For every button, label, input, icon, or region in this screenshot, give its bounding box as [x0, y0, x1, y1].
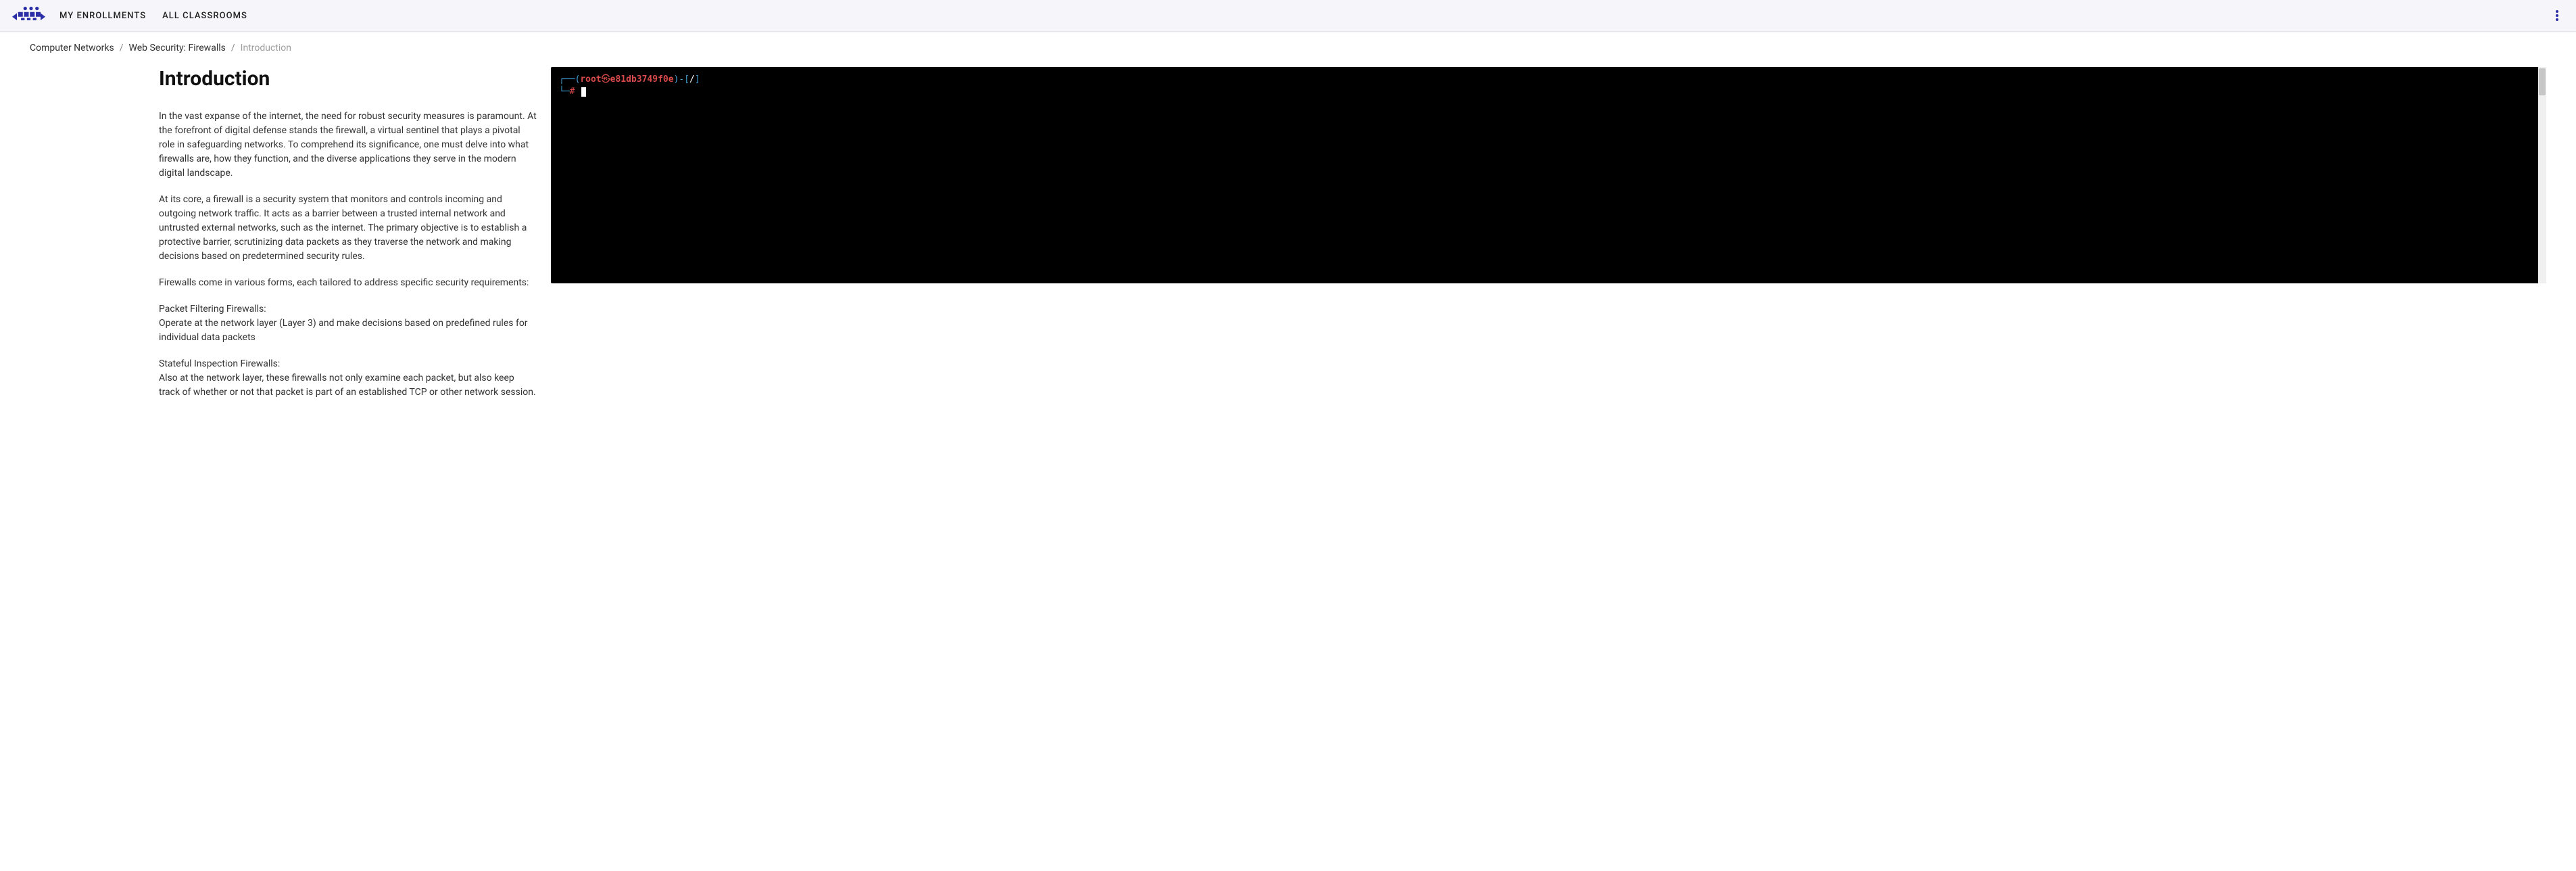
terminal-user: root [580, 74, 601, 85]
terminal-prompt: # [570, 87, 575, 97]
firewall-type-name: Packet Filtering Firewalls: [159, 302, 537, 316]
terminal-pane: ┌──(root㉿e81db3749f0e)-[/] └─# [551, 67, 2546, 283]
terminal-scrollbar-thumb[interactable] [2539, 68, 2546, 95]
breadcrumb-link-1[interactable]: Computer Networks [30, 43, 114, 53]
content-wrap: Introduction In the vast expanse of the … [0, 53, 2576, 439]
lesson-content: Introduction In the vast expanse of the … [159, 67, 537, 412]
nav-my-enrollments[interactable]: MY ENROLLMENTS [59, 11, 146, 21]
terminal-path: / [689, 74, 695, 85]
firewall-type-desc: Also at the network layer, these firewal… [159, 371, 537, 400]
page-title: Introduction [159, 67, 537, 91]
more-menu-icon[interactable] [2549, 7, 2565, 24]
site-logo[interactable] [11, 6, 51, 25]
terminal-host: e81db3749f0e [610, 74, 674, 85]
skull-icon: ㉿ [602, 74, 610, 85]
breadcrumb: Computer Networks / Web Security: Firewa… [0, 32, 2576, 53]
nav-all-classrooms[interactable]: ALL CLASSROOMS [162, 11, 247, 21]
nav-links: MY ENROLLMENTS ALL CLASSROOMS [59, 11, 247, 21]
breadcrumb-separator: / [231, 43, 235, 53]
terminal-cursor [581, 87, 586, 97]
breadcrumb-separator: / [120, 43, 124, 53]
lesson-paragraph: In the vast expanse of the internet, the… [159, 110, 537, 181]
lesson-paragraph: At its core, a firewall is a security sy… [159, 193, 537, 264]
firewall-type-desc: Operate at the network layer (Layer 3) a… [159, 316, 537, 345]
breadcrumb-current: Introduction [241, 43, 291, 53]
terminal[interactable]: ┌──(root㉿e81db3749f0e)-[/] └─# [551, 67, 2546, 283]
firewall-type-name: Stateful Inspection Firewalls: [159, 357, 537, 371]
breadcrumb-link-2[interactable]: Web Security: Firewalls [129, 43, 226, 53]
terminal-scrollbar[interactable] [2538, 67, 2546, 283]
lesson-paragraph: Firewalls come in various forms, each ta… [159, 276, 537, 290]
topbar: MY ENROLLMENTS ALL CLASSROOMS [0, 0, 2576, 32]
